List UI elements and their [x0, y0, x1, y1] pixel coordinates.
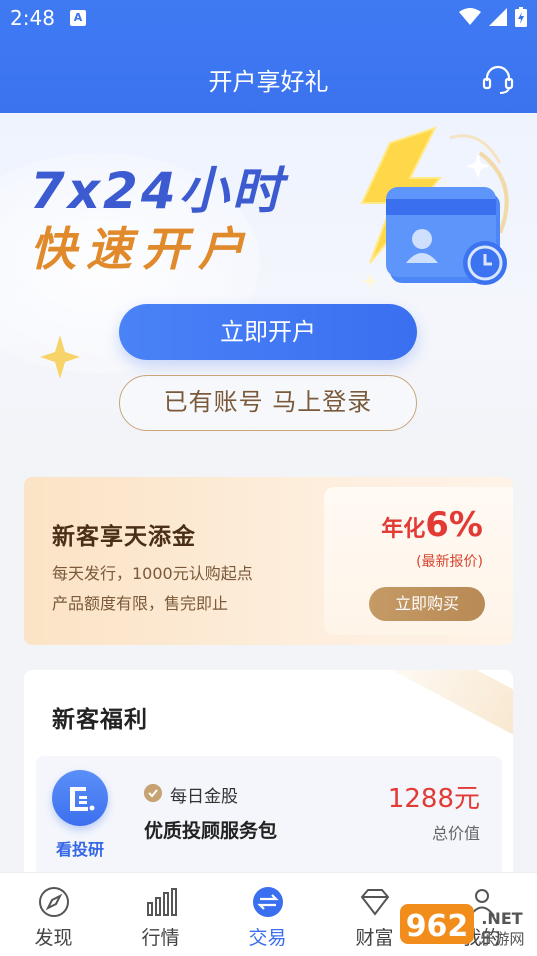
rate-label: 年化 [381, 517, 426, 542]
status-bar: 2:48 A [0, 0, 537, 38]
page-title: 开户享好礼 [208, 68, 329, 96]
promo-rate: 年化6% [381, 505, 483, 545]
promo-desc-1: 每天发行，1000元认购起点 [52, 564, 253, 583]
svg-text:乐游网: 乐游网 [479, 930, 524, 948]
benefit-price-note: 总价值 [431, 824, 480, 843]
rate-note: (最新报价) [416, 554, 483, 570]
compass-icon [38, 887, 69, 917]
system-icons [459, 7, 527, 27]
tab-label: 交易 [248, 927, 287, 949]
benefit-name: 优质投顾服务包 [144, 820, 278, 842]
status-time: 2:48 [10, 6, 55, 30]
hero-banner: 7x24小时 快速开户 立即开户 已有账号 马上登录 [0, 113, 537, 453]
exchange-icon [252, 887, 283, 917]
battery-icon [515, 7, 527, 27]
tab-trade[interactable]: 交易 [214, 873, 321, 956]
headset-icon[interactable] [481, 62, 515, 96]
rate-value: 6% [425, 505, 483, 545]
login-button[interactable]: 已有账号 马上登录 [119, 375, 417, 431]
promo-card[interactable]: 新客享天添金 每天发行，1000元认购起点 产品额度有限，售完即止 年化6% (… [24, 477, 513, 645]
research-icon [52, 770, 108, 826]
benefit-tag: 每日金股 [170, 787, 238, 807]
check-badge-icon [144, 784, 162, 802]
tab-label: 行情 [141, 927, 180, 949]
decorative-stripe [355, 670, 513, 745]
sparkle-icon [40, 335, 80, 379]
buy-now-button[interactable]: 立即购买 [369, 587, 485, 621]
svg-text:.NET: .NET [481, 909, 522, 928]
svg-text:962: 962 [406, 909, 469, 944]
open-account-button[interactable]: 立即开户 [119, 304, 417, 360]
tab-discover[interactable]: 发现 [0, 873, 107, 956]
benefit-price: 1288元 [387, 784, 480, 814]
promo-desc-2: 产品额度有限，售完即止 [52, 594, 229, 613]
wifi-icon [459, 8, 481, 25]
benefit-item[interactable]: 看投研 每日金股 优质投顾服务包 1288元 总价值 [36, 756, 502, 886]
benefits-title: 新客福利 [52, 707, 148, 733]
tab-label: 发现 [34, 927, 73, 949]
promo-title: 新客享天添金 [52, 524, 196, 550]
site-watermark-logo: 962 .NET 乐游网 [400, 904, 525, 948]
bar-chart-icon [146, 888, 177, 916]
notification-a-icon: A [70, 10, 86, 26]
top-bar: 2:48 A 开户享好礼 [0, 0, 537, 113]
diamond-icon [360, 889, 389, 916]
lightning-card-illustration [360, 126, 509, 289]
tab-market[interactable]: 行情 [107, 873, 214, 956]
research-label: 看投研 [55, 840, 104, 859]
hero-subheadline: 快速开户 [30, 222, 254, 276]
signal-icon [489, 8, 507, 26]
